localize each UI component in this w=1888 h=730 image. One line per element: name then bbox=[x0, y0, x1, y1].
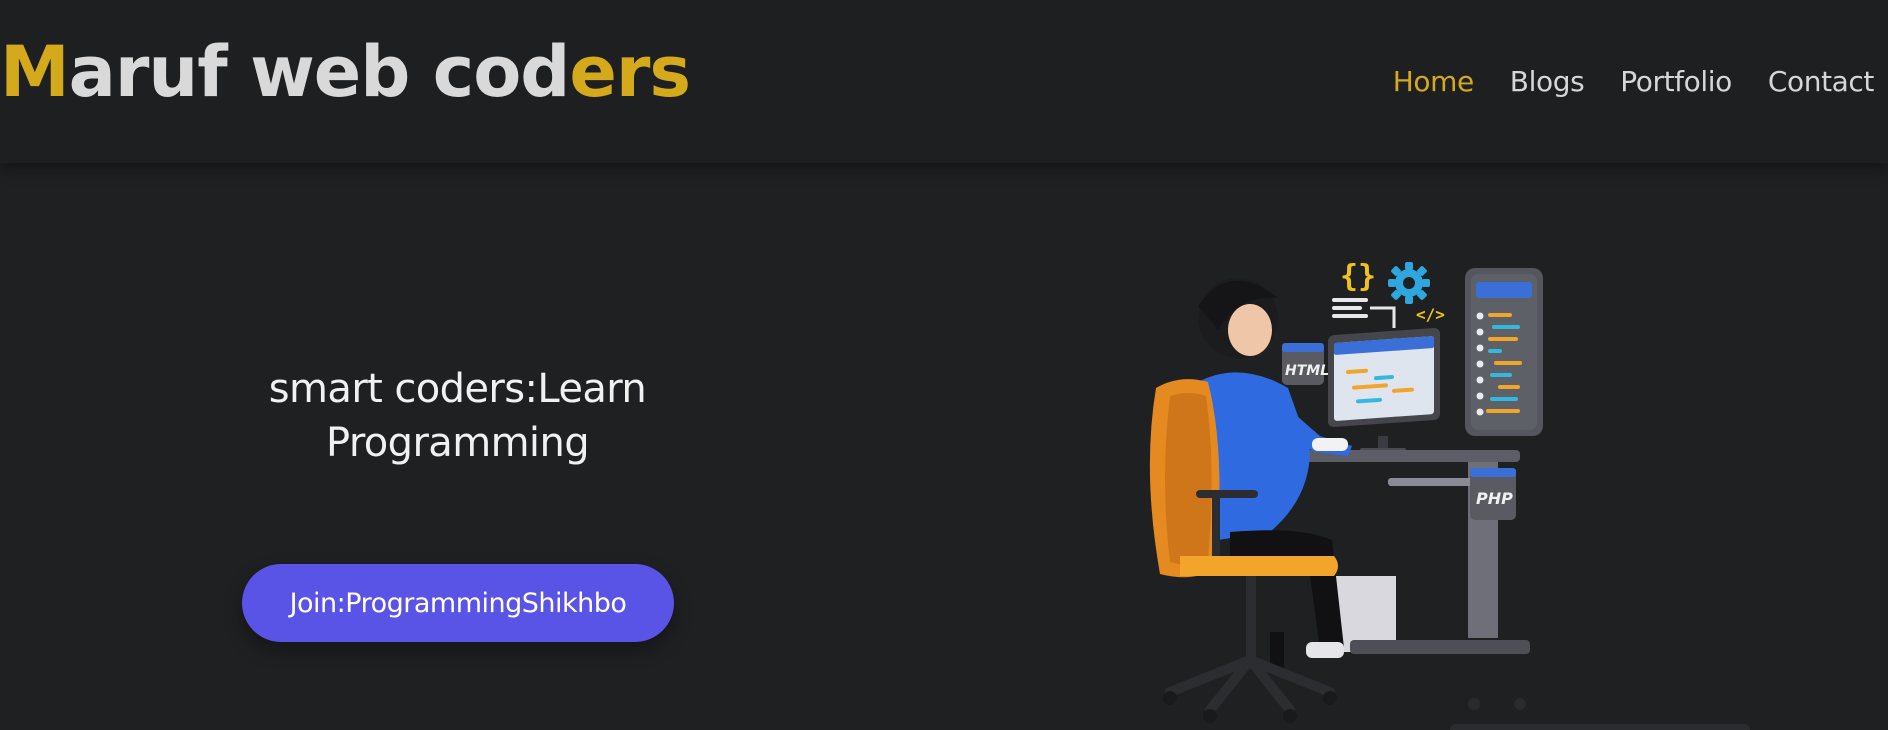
page: Maruf web coders Home Blogs Portfolio Co… bbox=[0, 0, 1888, 730]
svg-text:HTML: HTML bbox=[1285, 363, 1329, 379]
hero-headline: smart coders:Learn Programming bbox=[220, 362, 695, 470]
text-lines-icon bbox=[1332, 298, 1368, 318]
svg-text:PHP: PHP bbox=[1476, 489, 1513, 508]
hero-headline-line1: smart coders:Learn bbox=[268, 366, 647, 412]
developer-illustration: {} </> HTML PHP bbox=[1149, 259, 1543, 723]
php-badge: PHP bbox=[1470, 468, 1516, 520]
nav-blogs[interactable]: Blogs bbox=[1510, 62, 1585, 102]
hero-headline-line2: Programming bbox=[326, 420, 590, 466]
join-button[interactable]: Join:ProgrammingShikhbo bbox=[242, 564, 674, 642]
logo-middle: aruf web cod bbox=[68, 31, 571, 113]
site-header: Maruf web coders Home Blogs Portfolio Co… bbox=[0, 0, 1888, 163]
nav-portfolio[interactable]: Portfolio bbox=[1620, 62, 1732, 102]
html-badge: HTML bbox=[1282, 343, 1329, 385]
gear-icon bbox=[1388, 262, 1430, 304]
logo-suffix: ers bbox=[569, 31, 691, 113]
code-tag-icon: </> bbox=[1416, 305, 1445, 324]
person-icon bbox=[1196, 278, 1352, 672]
braces-icon: {} bbox=[1340, 259, 1376, 294]
site-logo[interactable]: Maruf web coders bbox=[0, 30, 691, 114]
nav-contact[interactable]: Contact bbox=[1768, 62, 1875, 102]
monitor-icon bbox=[1328, 328, 1440, 453]
main-nav: Home Blogs Portfolio Contact bbox=[1393, 62, 1875, 102]
nav-home[interactable]: Home bbox=[1393, 62, 1474, 102]
code-panel-icon bbox=[1465, 268, 1543, 436]
bottom-edge-element bbox=[1450, 724, 1750, 730]
logo-initial: M bbox=[0, 31, 70, 113]
